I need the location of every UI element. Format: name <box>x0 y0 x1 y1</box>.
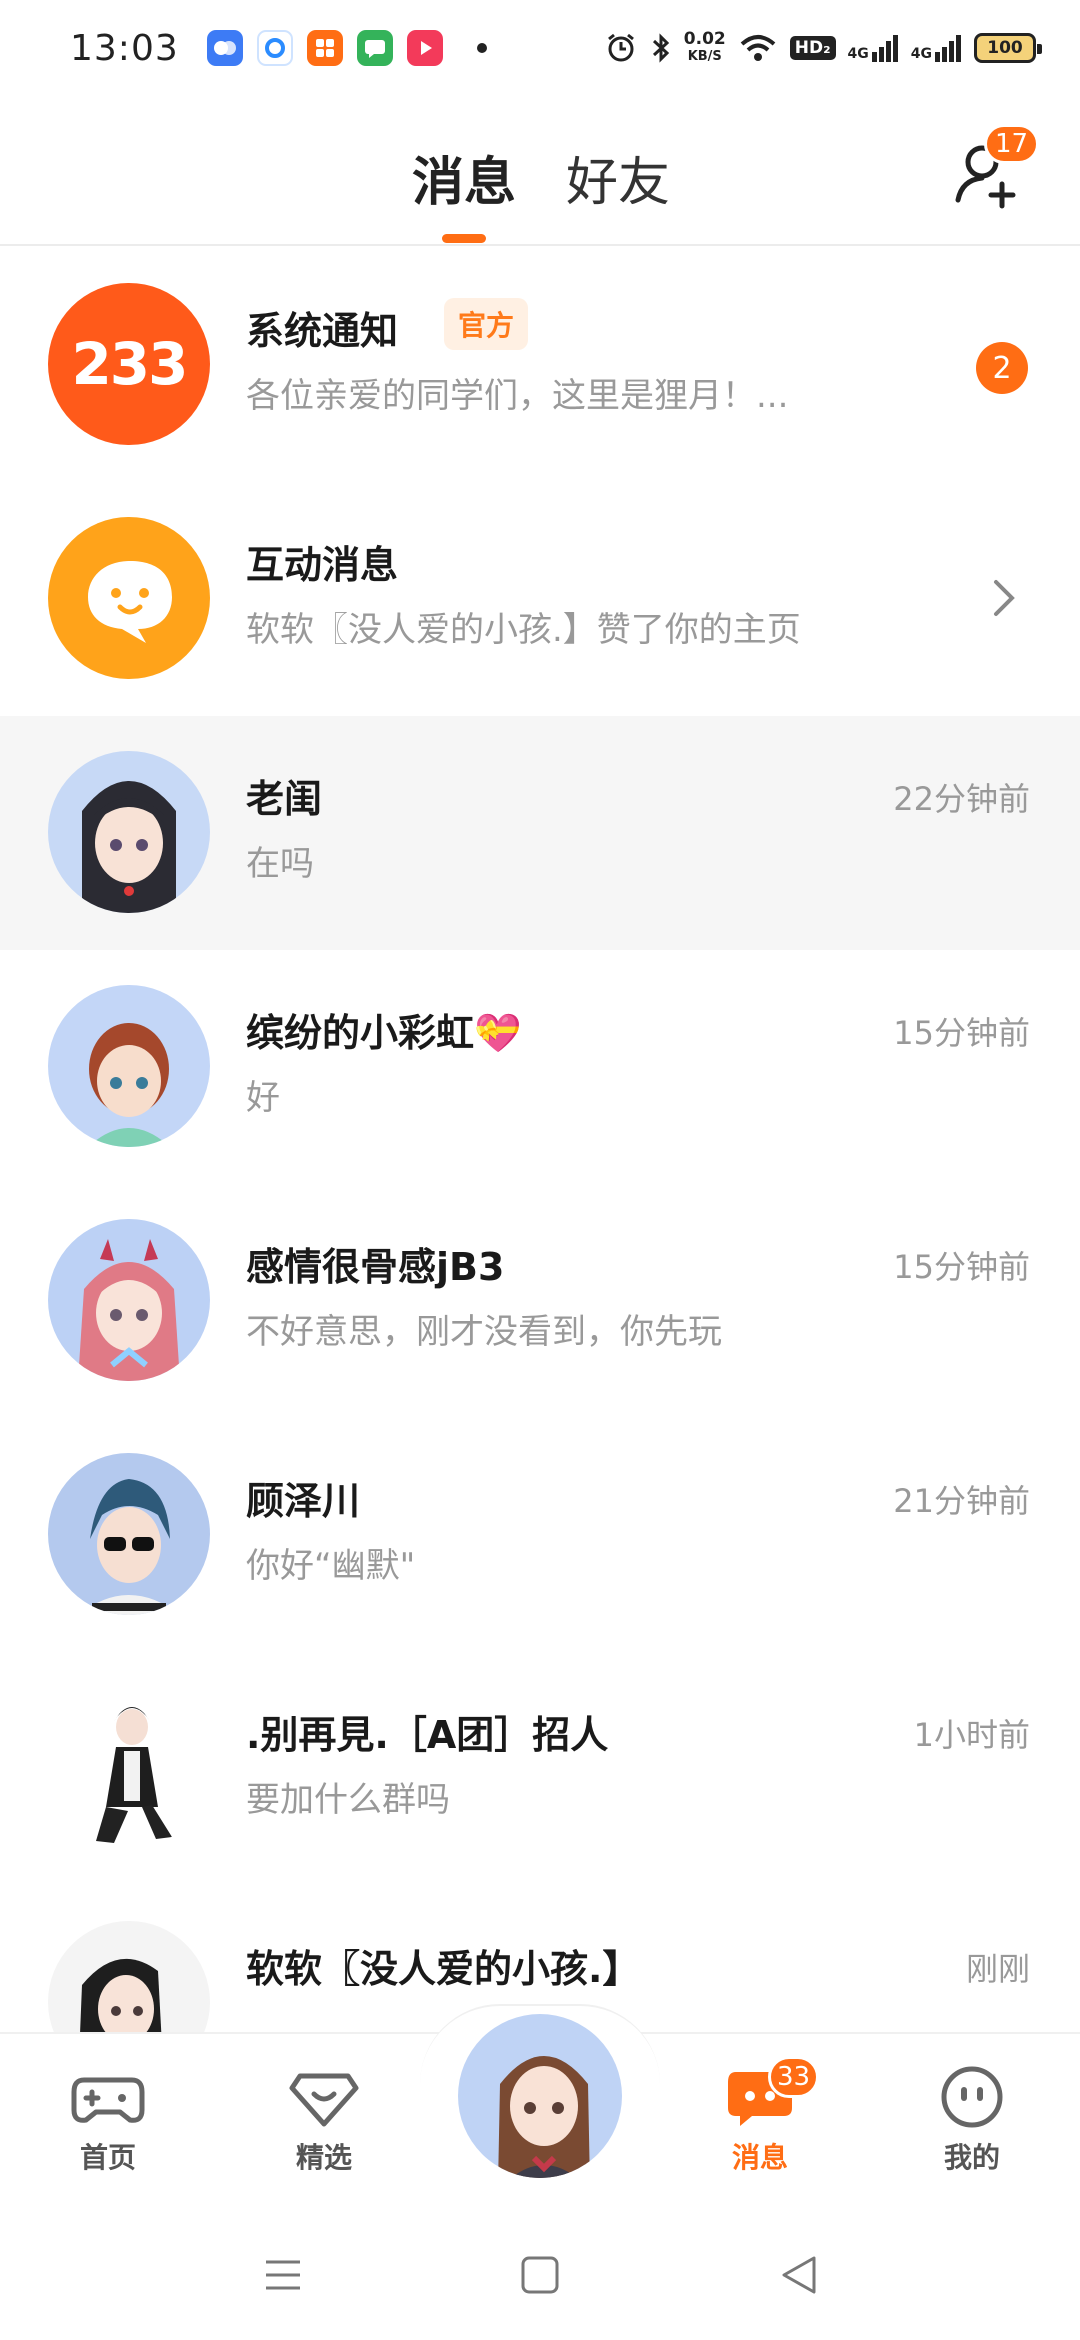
conversation-item[interactable]: 顾泽川 你好“幽默" 21分钟前 <box>0 1418 1080 1652</box>
avatar <box>48 1453 210 1615</box>
nav-featured[interactable]: 精选 <box>264 2062 384 2176</box>
more-notifications-dot <box>476 43 487 53</box>
nav-home[interactable]: 首页 <box>48 2062 168 2176</box>
conversation-name: .别再見.［A团］招人 <box>246 1713 609 1757</box>
nav-featured-label: 精选 <box>295 2141 352 2174</box>
conversation-interactions[interactable]: 互动消息 软软〖没人爱的小孩.】赞了你的主页 <box>0 482 1080 716</box>
messages-badge: 33 <box>768 2056 820 2098</box>
conversation-name: 软软〖没人爱的小孩.】 <box>246 1947 641 1991</box>
conversation-time: 22分钟前 <box>893 780 1030 818</box>
avatar <box>48 751 210 913</box>
conversation-item[interactable]: .别再見.［A团］招人 要加什么群吗 1小时前 <box>0 1652 1080 1886</box>
notification-icons <box>206 30 487 66</box>
home-square-icon[interactable] <box>517 2252 563 2298</box>
status-bar: 13:03 0.02 KB/S HD₂ 4G 4G 100 <box>0 0 1080 96</box>
system-avatar: 233 <box>48 283 210 445</box>
bottom-nav: 首页 精选 消息 33 我的 <box>0 2004 1080 2208</box>
messages-header: 消息 好友 17 <box>0 96 1080 246</box>
conversation-name: 感情很骨感jB3 <box>246 1245 505 1289</box>
chat-app-icon <box>206 30 243 66</box>
unread-count-badge: 2 <box>976 342 1028 394</box>
conversation-item[interactable]: 老闺 在吗 22分钟前 <box>0 716 1080 950</box>
status-time: 13:03 <box>70 27 179 69</box>
nav-mine[interactable]: 我的 <box>912 2062 1032 2176</box>
conversation-time: 刚刚 <box>965 1950 1030 1988</box>
conversation-time: 15分钟前 <box>893 1248 1030 1286</box>
chat-bubble-icon <box>88 561 172 643</box>
conversation-preview: 在吗 <box>246 844 314 884</box>
system-nav-bar <box>0 2208 1080 2340</box>
conversation-name: 缤纷的小彩虹💝 <box>246 1011 522 1055</box>
avatar <box>48 1687 210 1849</box>
alarm-icon <box>607 33 634 62</box>
wifi-icon <box>740 35 776 61</box>
conversation-list: 233 系统通知 官方 各位亲爱的同学们，这里是狸月！... 2 互动消息 软软… <box>0 248 1080 2120</box>
gamepad-icon <box>71 2077 145 2123</box>
network-speed: 0.02 KB/S <box>683 29 726 65</box>
conversation-name: 系统通知 <box>246 309 399 353</box>
chevron-right-icon <box>994 580 1015 616</box>
conversation-preview: 软软〖没人爱的小孩.】赞了你的主页 <box>246 610 801 650</box>
add-friend-badge: 17 <box>984 124 1040 164</box>
conversation-time: 1小时前 <box>913 1716 1030 1754</box>
profile-face-icon <box>941 2066 1003 2128</box>
conversation-preview: 好 <box>246 1078 280 1118</box>
avatar <box>48 1219 210 1381</box>
conversation-preview: 各位亲爱的同学们，这里是狸月！... <box>246 376 789 416</box>
conversation-preview: 你好“幽默" <box>246 1546 416 1586</box>
user-avatar-image <box>458 2014 622 2178</box>
avatar <box>48 985 210 1147</box>
signal-2-icon: 4G <box>911 34 962 62</box>
game-app-icon <box>306 30 343 66</box>
conversation-time: 15分钟前 <box>893 1014 1030 1052</box>
conversation-name: 老闺 <box>246 777 323 821</box>
official-tag: 官方 <box>444 298 529 350</box>
conversation-preview: 不好意思，刚才没看到，你先玩 <box>246 1312 722 1352</box>
nav-avatar[interactable] <box>454 2010 626 2182</box>
battery-icon: 100 <box>974 33 1042 63</box>
heart-gem-icon <box>289 2073 359 2127</box>
nav-mine-label: 我的 <box>943 2141 1000 2174</box>
browser-app-icon <box>256 30 293 66</box>
active-tab-indicator <box>442 234 486 243</box>
conversation-preview: 要加什么群吗 <box>246 1780 450 1820</box>
interaction-avatar <box>48 517 210 679</box>
tab-friends[interactable]: 好友 <box>566 140 670 215</box>
bluetooth-icon <box>652 33 669 63</box>
conversation-name: 顾泽川 <box>246 1479 361 1523</box>
conversation-name: 互动消息 <box>246 543 399 587</box>
back-triangle-icon[interactable] <box>776 2252 822 2298</box>
tab-messages[interactable]: 消息 <box>412 140 516 215</box>
conversation-time: 21分钟前 <box>893 1482 1030 1520</box>
video-app-icon <box>406 30 443 66</box>
hd-voice-icon: HD₂ <box>789 36 836 60</box>
nav-home-label: 首页 <box>79 2141 136 2174</box>
message-app-icon <box>356 30 393 66</box>
menu-icon[interactable] <box>260 2252 306 2298</box>
nav-messages-label: 消息 <box>731 2141 788 2174</box>
conversation-item[interactable]: 感情很骨感jB3 不好意思，刚才没看到，你先玩 15分钟前 <box>0 1184 1080 1418</box>
signal-1-icon: 4G <box>848 34 899 62</box>
conversation-item[interactable]: 缤纷的小彩虹💝 好 15分钟前 <box>0 950 1080 1184</box>
conversation-system-notice[interactable]: 233 系统通知 官方 各位亲爱的同学们，这里是狸月！... 2 <box>0 248 1080 482</box>
